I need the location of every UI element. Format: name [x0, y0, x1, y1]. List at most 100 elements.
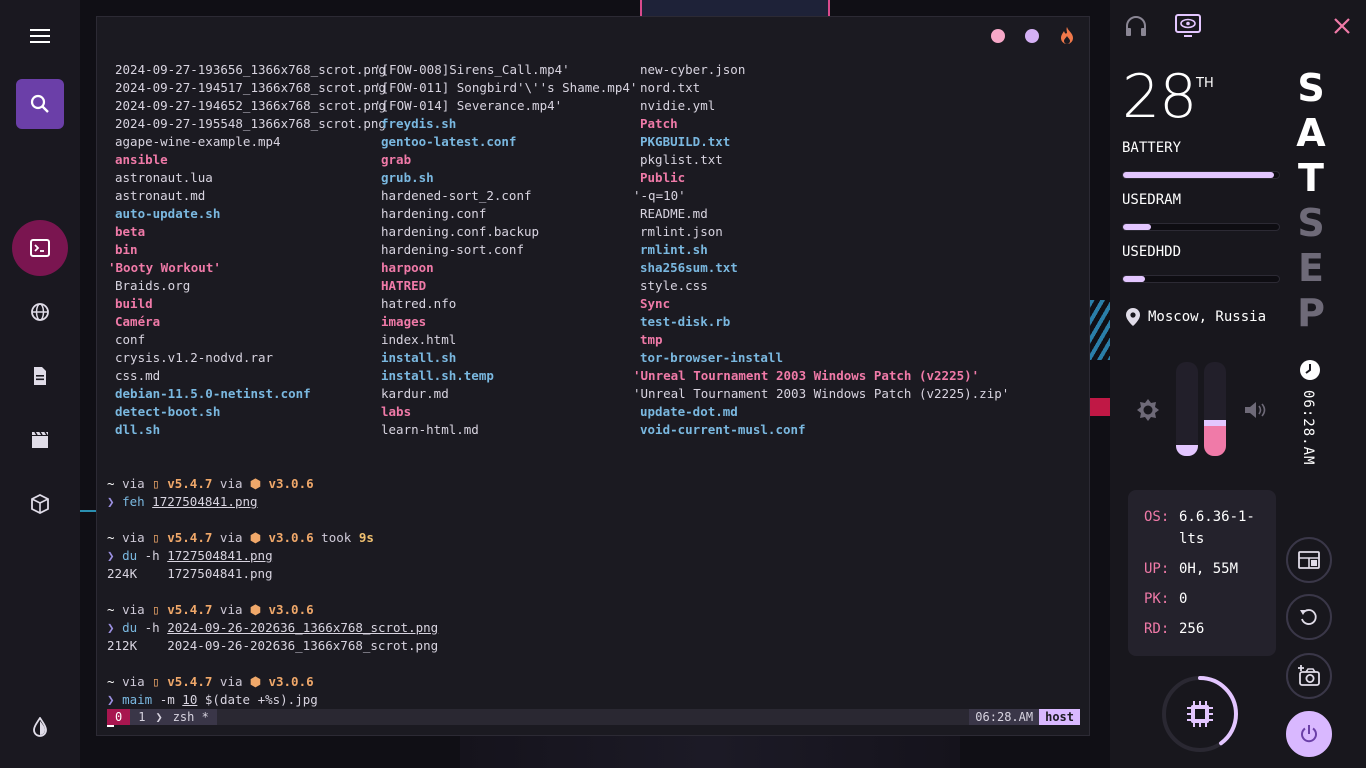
prompt-package-version: v3.0.6	[268, 674, 314, 689]
prompt-version: v5.4.7	[167, 476, 213, 491]
month-vertical: SATSEP	[1296, 66, 1326, 336]
search-button[interactable]	[16, 79, 64, 129]
sysinfo-value: 6.6.36-1-lts	[1179, 509, 1255, 547]
prompt-arrow-icon: ❯	[107, 620, 115, 635]
headphones-icon	[1126, 16, 1146, 36]
ls-entry: 2024-09-27-194517_1366x768_scrot.png	[115, 80, 386, 95]
volume-button[interactable]	[1244, 398, 1268, 422]
volume-slider[interactable]	[1204, 362, 1226, 456]
prompt-via: via	[122, 602, 145, 617]
power-button[interactable]	[1286, 711, 1332, 757]
volume-slider-knob[interactable]	[1204, 419, 1226, 426]
ls-entry: '[FOW-008]Sirens_Call.mp4'	[374, 62, 570, 77]
system-info-card: OS: 6.6.36-1-lts UP: 0H, 55M PK: 0 RD: 256	[1128, 490, 1276, 656]
ls-column-1: 2024-09-27-193656_1366x768_scrot.png 2024…	[108, 61, 386, 439]
ls-entry: '-q=10'	[633, 188, 686, 203]
month-letter: S	[1297, 201, 1325, 245]
menu-button[interactable]	[16, 12, 64, 60]
sysinfo-row: RD: 256	[1144, 618, 1276, 640]
lua-icon: ▯	[152, 476, 160, 491]
prompt-line: ~ via ▯ v5.4.7 via ⬢ v3.0.6 took 9s	[107, 529, 438, 547]
vertical-clock: 06:28.AM	[1300, 390, 1316, 466]
prompt-took: took	[321, 530, 352, 545]
wallpaper-shape	[460, 735, 960, 768]
status-time: 06:28.AM	[969, 709, 1040, 725]
ls-entry: sha256sum.txt	[640, 260, 738, 275]
media-button[interactable]	[16, 416, 64, 464]
clock-icon	[1300, 360, 1320, 380]
prompt-via: via	[219, 602, 243, 617]
browser-button[interactable]	[16, 288, 64, 336]
sysinfo-key: RD:	[1144, 621, 1170, 637]
month-letter: S	[1297, 66, 1325, 110]
ls-entry: labs	[381, 404, 412, 419]
brightness-button[interactable]	[1136, 398, 1160, 422]
sysinfo-value: 0H, 55M	[1179, 561, 1239, 577]
terminal-button[interactable]	[12, 220, 68, 276]
location-pin-icon	[1126, 308, 1140, 326]
ls-entry: Patch	[640, 116, 678, 131]
package-icon: ⬢	[250, 476, 261, 491]
day-suffix: TH	[1196, 76, 1214, 91]
ls-entry: Sync	[640, 296, 671, 311]
ls-entry: harpoon	[381, 260, 434, 275]
ls-entry: conf	[115, 332, 146, 347]
minimize-button[interactable]	[991, 29, 1005, 43]
ls-entry: gentoo-latest.conf	[381, 134, 517, 149]
ls-entry: freydis.sh	[381, 116, 457, 131]
prompt-package-version: v3.0.6	[268, 602, 314, 617]
ls-entry: install.sh.temp	[381, 368, 494, 383]
prompt-line: ~ via ▯ v5.4.7 via ⬢ v3.0.6	[107, 475, 438, 493]
maximize-button[interactable]	[1025, 29, 1039, 43]
ls-entry: PKGBUILD.txt	[640, 134, 731, 149]
prompt-package-version: v3.0.6	[268, 476, 314, 491]
ls-entry: learn-html.md	[381, 422, 479, 437]
ls-entry: 'Unreal Tournament 2003 Windows Patch (v…	[633, 386, 1010, 401]
volume-slider-fill	[1204, 425, 1226, 456]
volume-icon	[1245, 402, 1266, 418]
prompt-arrow-icon: ❯	[107, 548, 115, 563]
screen-button[interactable]	[1174, 12, 1202, 40]
brightness-slider[interactable]	[1176, 362, 1198, 456]
refresh-icon	[1300, 609, 1317, 625]
prompt-via: via	[122, 530, 145, 545]
layout-icon	[1298, 551, 1320, 569]
sysinfo-row: PK: 0	[1144, 588, 1276, 610]
ls-entry: 2024-09-27-194652_1366x768_scrot.png	[115, 98, 386, 113]
lua-icon: ▯	[152, 602, 160, 617]
headphones-button[interactable]	[1124, 14, 1148, 38]
status-host: host	[1039, 709, 1080, 725]
documents-button[interactable]	[16, 352, 64, 400]
package-icon: ⬢	[250, 674, 261, 689]
ls-entry: Caméra	[115, 314, 161, 329]
sysinfo-row: OS: 6.6.36-1-lts	[1144, 506, 1276, 550]
packages-button[interactable]	[16, 480, 64, 528]
ls-entry: 'Booty Workout'	[108, 260, 221, 275]
theme-toggle-button[interactable]	[16, 703, 64, 751]
close-button[interactable]	[1330, 14, 1354, 38]
prompt-cwd: ~	[107, 530, 115, 545]
right-panel: 28 TH BATTERY USEDRAM USEDHDD Moscow, Ru…	[1110, 0, 1366, 768]
terminal-window[interactable]: 2024-09-27-193656_1366x768_scrot.png 2024…	[96, 16, 1090, 736]
wallpaper-shape	[1090, 300, 1110, 360]
prompt-via: via	[122, 476, 145, 491]
sysinfo-key: PK:	[1144, 591, 1170, 607]
ls-entry: detect-boot.sh	[115, 404, 221, 419]
command-arg: 10	[182, 692, 198, 707]
hdd-label: USEDHDD	[1122, 244, 1182, 260]
ls-entry: agape-wine-example.mp4	[115, 134, 281, 149]
ls-entry: beta	[115, 224, 146, 239]
prompt-version: v5.4.7	[167, 674, 213, 689]
sysinfo-key: UP:	[1144, 561, 1170, 577]
package-icon: ⬢	[250, 530, 261, 545]
terminal-output[interactable]: 2024-09-27-193656_1366x768_scrot.png 2024…	[107, 61, 1082, 727]
refresh-button[interactable]	[1286, 594, 1332, 640]
ls-entry: grub.sh	[381, 170, 434, 185]
ls-entry: build	[115, 296, 153, 311]
screenshot-button[interactable]	[1286, 653, 1332, 699]
layout-button[interactable]	[1286, 537, 1332, 583]
hdd-bar	[1122, 275, 1280, 283]
ls-entry: rmlint.sh	[640, 242, 708, 257]
flame-icon[interactable]	[1059, 27, 1075, 45]
window-name: zsh *	[164, 709, 217, 725]
